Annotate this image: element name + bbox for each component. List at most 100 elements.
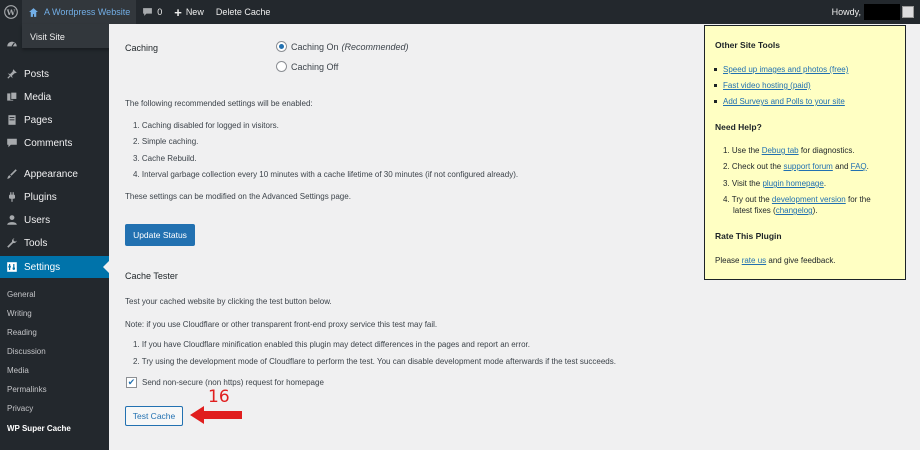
other-tools-title: Other Site Tools — [715, 40, 781, 50]
submenu-writing[interactable]: Writing — [0, 309, 109, 318]
sidebar-item-label: Comments — [24, 137, 73, 149]
development-version-link[interactable]: development version — [772, 195, 846, 204]
plugin-homepage-link[interactable]: plugin homepage — [762, 179, 823, 188]
need-help-title: Need Help? — [715, 122, 762, 132]
help-text: 3. Visit the — [723, 179, 763, 188]
caching-on-radio[interactable]: Caching On (Recommended) — [276, 41, 409, 52]
new-label: New — [185, 7, 204, 17]
help-text: . — [823, 179, 827, 188]
checkmark-icon: ✔ — [127, 377, 136, 387]
site-name: A Wordpress Website — [44, 7, 131, 17]
submenu-discussion[interactable]: Discussion — [0, 347, 109, 356]
sidebar-item-tools[interactable]: Tools — [0, 232, 109, 254]
sidebar-item-label: Appearance — [24, 168, 78, 180]
plugin-info-panel: Other Site Tools Speed up images and pho… — [704, 25, 906, 280]
sidebar-item-plugins[interactable]: Plugins — [0, 186, 109, 208]
plug-icon — [5, 190, 19, 204]
bullet — [714, 100, 717, 103]
sidebar-item-label: Media — [24, 91, 52, 103]
step-number-annotation: 16 — [208, 387, 230, 407]
other-tool-item: Fast video hosting (paid) — [714, 81, 811, 90]
sidebar-item-label: Posts — [24, 68, 50, 80]
surveys-polls-link[interactable]: Add Surveys and Polls to your site — [723, 97, 845, 106]
comments-menu[interactable]: 0 — [136, 0, 168, 24]
test-cache-button[interactable]: Test Cache — [125, 406, 183, 426]
caching-off-radio[interactable]: Caching Off — [276, 61, 338, 72]
submenu-media[interactable]: Media — [0, 366, 109, 375]
sidebar-item-label: Pages — [24, 114, 53, 126]
page-icon — [5, 113, 19, 127]
pin-icon — [5, 67, 19, 81]
cloudflare-item: 1. If you have Cloudflare minification e… — [133, 340, 530, 349]
support-forum-link[interactable]: support forum — [783, 162, 832, 171]
submenu-reading[interactable]: Reading — [0, 328, 109, 337]
main-content: Caching Caching On (Recommended) Caching… — [109, 24, 920, 450]
sidebar-item-label: Tools — [24, 237, 48, 249]
nonsecure-label: Send non-secure (non https) request for … — [142, 378, 324, 387]
delete-cache-link[interactable]: Delete Cache — [210, 0, 277, 24]
rate-text-post: and give feedback. — [766, 256, 836, 265]
help-text: ). — [812, 206, 818, 215]
cache-tester-title: Cache Tester — [125, 271, 178, 281]
comment-icon — [143, 8, 153, 16]
site-name-menu[interactable]: A Wordpress Website — [22, 0, 137, 24]
rate-text-pre: Please — [715, 256, 742, 265]
video-hosting-link[interactable]: Fast video hosting (paid) — [723, 81, 811, 90]
help-item: 3. Visit the plugin homepage. — [723, 178, 826, 189]
bullet — [714, 84, 717, 87]
wordpress-logo-icon[interactable]: W — [0, 0, 22, 24]
help-item: 4. Try out the development version for t… — [723, 194, 871, 205]
rate-title: Rate This Plugin — [715, 231, 782, 241]
other-tool-item: Add Surveys and Polls to your site — [714, 97, 845, 106]
new-content-menu[interactable]: + New — [168, 0, 210, 24]
dashboard-icon — [5, 37, 19, 51]
recommended-item: 2. Simple caching. — [133, 137, 199, 146]
rate-us-link[interactable]: rate us — [742, 256, 766, 265]
recommended-item: 4. Interval garbage collection every 10 … — [133, 170, 519, 179]
bullet — [714, 68, 717, 71]
media-icon — [5, 90, 19, 104]
help-text: for diagnostics. — [798, 146, 855, 155]
debug-tab-link[interactable]: Debug tab — [762, 146, 799, 155]
avatar — [902, 6, 914, 18]
help-text: 1. Use the — [723, 146, 762, 155]
submenu-privacy[interactable]: Privacy — [0, 404, 109, 413]
redacted-username — [864, 4, 900, 20]
home-icon — [29, 7, 38, 17]
changelog-link[interactable]: changelog — [776, 206, 813, 215]
submenu-wp-super-cache[interactable]: WP Super Cache — [0, 424, 109, 433]
help-text: 4. Try out the — [723, 195, 772, 204]
settings-icon — [5, 260, 19, 274]
help-text: latest fixes ( — [733, 206, 776, 215]
sidebar-item-posts[interactable]: Posts — [0, 63, 109, 85]
sidebar-item-label: Plugins — [24, 191, 57, 203]
brush-icon — [5, 167, 19, 181]
svg-text:W: W — [6, 8, 16, 17]
sidebar-item-users[interactable]: Users — [0, 209, 109, 231]
faq-link[interactable]: FAQ — [851, 162, 867, 171]
sidebar-item-appearance[interactable]: Appearance — [0, 163, 109, 185]
help-text: for the — [845, 195, 871, 204]
submenu-permalinks[interactable]: Permalinks — [0, 385, 109, 394]
sidebar-item-label: Settings — [24, 261, 61, 273]
sidebar-item-settings[interactable]: Settings — [0, 256, 109, 278]
radio-unselected — [276, 61, 287, 72]
sidebar-item-comments[interactable]: Comments — [0, 132, 109, 154]
recommended-note: (Recommended) — [341, 41, 409, 52]
sidebar-item-pages[interactable]: Pages — [0, 109, 109, 131]
help-item: 1. Use the Debug tab for diagnostics. — [723, 145, 855, 156]
caching-on-label: Caching On — [291, 41, 339, 52]
recommended-intro: The following recommended settings will … — [125, 99, 313, 108]
submenu-general[interactable]: General — [0, 290, 109, 299]
help-item: 2. Check out the support forum and FAQ. — [723, 161, 869, 172]
sidebar-item-media[interactable]: Media — [0, 86, 109, 108]
help-text: . — [866, 162, 869, 171]
sidebar-item-label: Users — [24, 214, 51, 226]
nonsecure-checkbox[interactable]: ✔ — [126, 377, 137, 388]
comment-icon — [5, 136, 19, 150]
help-text: and — [832, 162, 851, 171]
cloudflare-item: 2. Try using the development mode of Clo… — [133, 357, 616, 366]
update-status-button[interactable]: Update Status — [125, 224, 195, 246]
speed-up-images-link[interactable]: Speed up images and photos (free) — [723, 65, 848, 74]
account-menu[interactable]: Howdy, — [832, 4, 920, 20]
